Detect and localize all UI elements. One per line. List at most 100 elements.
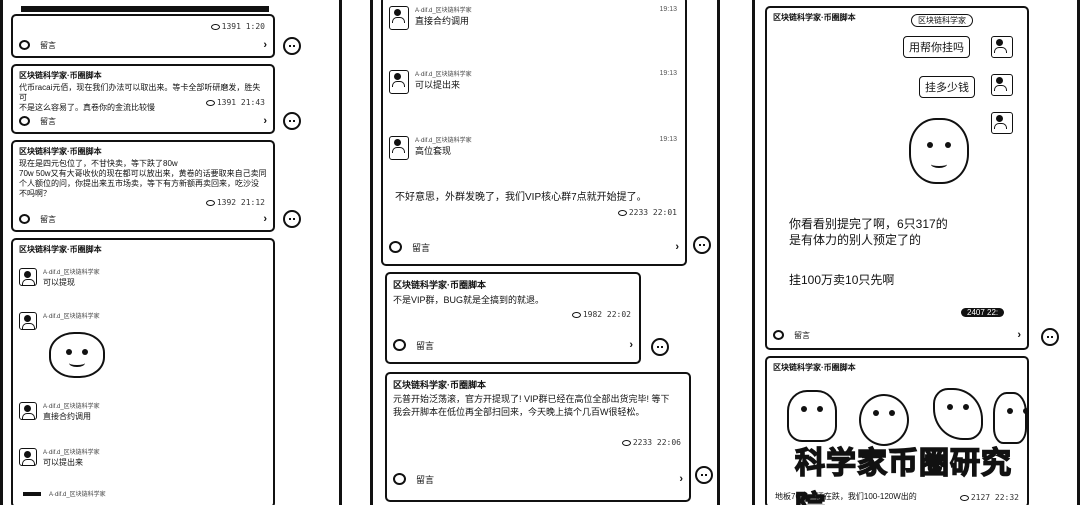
eye-icon <box>621 439 631 446</box>
post-card-chat[interactable]: A·dif.d_区块链科学家 直接合约调用 19:13 A·dif.d_区块链科学… <box>381 0 687 266</box>
cartoon-player-image <box>993 392 1027 444</box>
reaction-icon[interactable] <box>283 112 301 130</box>
sticker-image <box>49 332 105 378</box>
post-meta: 2233 22:06 <box>621 438 681 447</box>
channel-title: 区块链科学家·币圈脚本 <box>19 245 102 254</box>
reaction-icon[interactable] <box>651 338 669 356</box>
chevron-right-icon[interactable]: › <box>1017 329 1021 341</box>
post-card-image[interactable]: 区块链科学家·币圈脚本 科学家币圈研究院 地板70块，还在跌，我们100-120… <box>765 356 1029 505</box>
post-meta: 1982 22:02 <box>571 310 631 319</box>
post-card-chat[interactable]: 区块链科学家·币圈脚本 区块链科学家 用帮你挂吗 挂多少钱 你看看别提完了啊，6… <box>765 6 1029 350</box>
chat-message: A·dif.d_区块链科学家 可以提现 <box>19 268 265 290</box>
channel-title: 区块链科学家·币圈脚本 <box>19 71 102 80</box>
chevron-right-icon[interactable]: › <box>629 339 633 351</box>
eye-icon <box>571 311 581 318</box>
chevron-right-icon[interactable]: › <box>263 213 267 225</box>
post-card[interactable]: 区块链科学家·币圈脚本 元普开始泛荡滚，官方开提现了! VIP群已经在高位全部出… <box>385 372 691 502</box>
reaction-icon[interactable] <box>283 210 301 228</box>
comment-icon <box>389 241 402 253</box>
avatar <box>389 6 409 30</box>
comment-icon <box>393 473 406 485</box>
comment-icon <box>393 339 406 351</box>
chat-message: A·dif.d_区块链科学家 可以提出来 19:13 <box>389 70 677 100</box>
post-card[interactable]: 区块链科学家·币圈脚本 不是VIP群，BUG就是全搞到的就退。 1982 22:… <box>385 272 641 364</box>
eye-icon <box>210 23 220 30</box>
cartoon-mouse-image <box>787 390 837 442</box>
comment-row[interactable]: 留言 › <box>389 240 679 254</box>
comment-label: 留言 <box>40 214 56 224</box>
post-text: 是有体力的别人预定了的 <box>789 233 922 247</box>
comment-row[interactable]: 留言 › <box>393 338 633 352</box>
comment-icon <box>19 40 30 50</box>
post-card[interactable]: 区块链科学家·币圈脚本 代币racai元佰，现在我们办法可以取出来。等卡全部听研… <box>11 64 275 134</box>
post-meta: 2407 22: <box>961 308 1005 317</box>
chat-message: A·dif.d_区块链科学家 <box>19 490 265 505</box>
avatar <box>19 268 37 286</box>
post-card[interactable]: 区块链科学家·币圈脚本 现在是四元包位了，不甘快卖，等下跌了80w 70w 50… <box>11 140 275 232</box>
avatar <box>389 136 409 160</box>
post-card-top[interactable]: 1391 1:20 留言 › <box>11 14 275 58</box>
chat-message: A·dif.d_区块链科学家 <box>19 312 265 334</box>
post-meta: 1391 1:20 <box>210 22 265 31</box>
post-text: 地板70块，还在跌，我们100-120W出的 <box>775 492 917 501</box>
comment-row[interactable]: 留言 › <box>19 114 267 128</box>
chevron-right-icon[interactable]: › <box>675 241 679 253</box>
avatar <box>991 74 1013 96</box>
avatar <box>19 448 37 466</box>
avatar <box>19 402 37 420</box>
comment-label: 留言 <box>416 474 435 485</box>
comment-label: 留言 <box>416 340 435 351</box>
eye-icon <box>617 209 627 216</box>
chat-message: A·dif.d_区块链科学家 直接合约调用 <box>19 402 265 424</box>
avatar <box>991 36 1013 58</box>
channel-title: 区块链科学家·币圈脚本 <box>773 13 856 22</box>
chat-bubble: 用帮你挂吗 <box>903 36 970 58</box>
channel-title: 区块链科学家·币圈脚本 <box>393 380 486 390</box>
chat-bubble: 挂多少钱 <box>919 76 975 98</box>
chevron-right-icon[interactable]: › <box>263 115 267 127</box>
post-text: 不好意思，外群发晚了，我们VIP核心群7点就开始提了。 <box>395 192 647 203</box>
avatar <box>389 70 409 94</box>
comment-label: 留言 <box>412 242 431 253</box>
comment-row[interactable]: 留言 › <box>773 328 1021 342</box>
chevron-right-icon[interactable]: › <box>263 39 267 51</box>
sticker-image <box>909 118 969 184</box>
comment-label: 留言 <box>40 40 56 50</box>
channel-title: 区块链科学家·币圈脚本 <box>19 147 102 156</box>
post-text: 现在是四元包位了，不甘快卖，等下跌了80w 70w 50w又有大哥收伙的现在都可… <box>19 159 267 198</box>
reaction-icon[interactable] <box>695 466 713 484</box>
chevron-right-icon[interactable]: › <box>679 473 683 485</box>
comment-label: 留言 <box>794 330 810 340</box>
comment-row[interactable]: 留言 › <box>393 472 683 486</box>
channel-title: 区块链科学家·币圈脚本 <box>773 363 856 372</box>
chat-message: A·dif.d_区块链科学家 可以提出来 <box>19 448 265 470</box>
post-meta: 1392 21:12 <box>205 198 265 207</box>
post-text: 挂100万卖10只先啊 <box>789 273 895 287</box>
channel-title: 区块链科学家·币圈脚本 <box>393 280 486 290</box>
chat-message: A·dif.d_区块链科学家 直接合约调用 19:13 <box>389 6 677 36</box>
chat-message: A·dif.d_区块链科学家 高位套现 19:13 <box>389 136 677 166</box>
eye-icon <box>205 99 215 106</box>
screenshot-panel-left: 1391 1:20 留言 › 区块链科学家·币圈脚本 代币racai元佰，现在我… <box>0 0 342 505</box>
screenshot-panel-right: 区块链科学家·币圈脚本 区块链科学家 用帮你挂吗 挂多少钱 你看看别提完了啊，6… <box>752 0 1080 505</box>
comment-icon <box>19 116 30 126</box>
cartoon-bird-image <box>933 388 983 440</box>
comment-row[interactable]: 留言 › <box>19 212 267 226</box>
post-meta: 2233 22:01 <box>617 208 677 217</box>
comment-icon <box>773 330 784 340</box>
reaction-icon[interactable] <box>283 37 301 55</box>
comment-row[interactable]: 留言 › <box>19 38 267 52</box>
post-text: 不是VIP群，BUG就是全搞到的就退。 <box>393 295 545 305</box>
post-text: 元普开始泛荡滚，官方开提现了! VIP群已经在高位全部出货完毕! 等下 我会开脚… <box>393 394 670 417</box>
sender-tag: 区块链科学家 <box>911 14 973 27</box>
reaction-icon[interactable] <box>693 236 711 254</box>
post-card-chat[interactable]: 区块链科学家·币圈脚本 A·dif.d_区块链科学家 可以提现 A·dif.d_区… <box>11 238 275 505</box>
reaction-icon[interactable] <box>1041 328 1059 346</box>
post-meta: 1391 21:43 <box>205 98 265 107</box>
comment-label: 留言 <box>40 116 56 126</box>
eye-icon <box>959 494 969 501</box>
post-text: 你看看别提完了啊，6只317的 <box>789 217 948 231</box>
avatar <box>19 312 37 330</box>
eye-icon <box>205 199 215 206</box>
screenshot-panel-middle: A·dif.d_区块链科学家 直接合约调用 19:13 A·dif.d_区块链科学… <box>370 0 720 505</box>
